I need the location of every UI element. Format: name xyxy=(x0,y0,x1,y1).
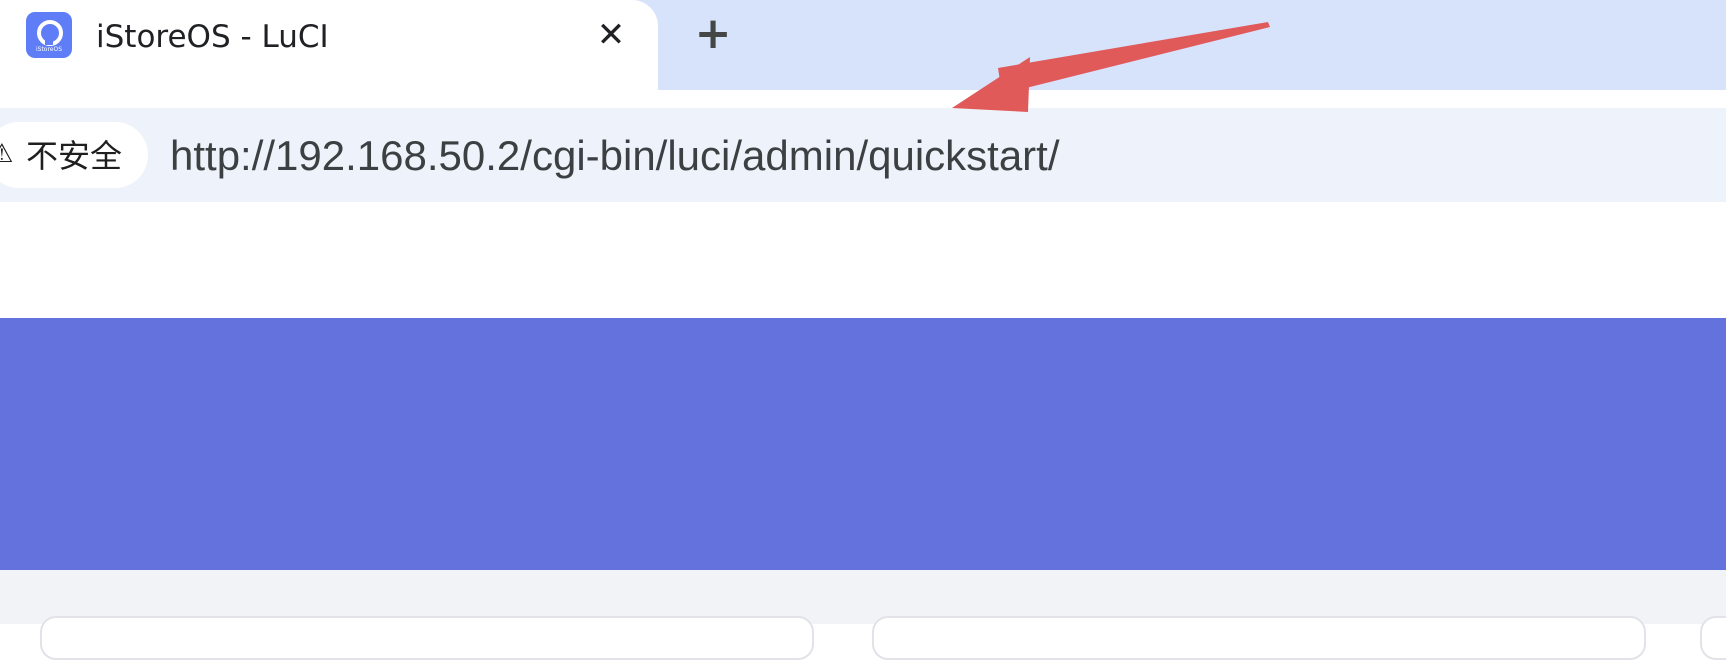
favicon-brand-text: iStoreOS xyxy=(35,46,63,53)
address-toolbar: ⚠ 不安全 http://192.168.50.2/cgi-bin/luci/a… xyxy=(0,108,1726,202)
new-tab-button[interactable]: + xyxy=(690,11,736,57)
content-card xyxy=(1700,616,1726,660)
close-icon[interactable]: ✕ xyxy=(590,12,632,58)
favicon-notch xyxy=(45,38,53,45)
content-card xyxy=(40,616,814,660)
security-label: 不安全 xyxy=(26,137,123,175)
tab-istoreos-luci[interactable]: iStoreOS iStoreOS - LuCI ✕ xyxy=(0,0,658,108)
istore-logo-icon: iStoreOS xyxy=(26,12,72,58)
tab-title: iStoreOS - LuCI xyxy=(96,19,329,55)
page-header-band xyxy=(0,318,1726,570)
warning-triangle-icon: ⚠ xyxy=(0,139,14,169)
content-card xyxy=(872,616,1646,660)
security-indicator[interactable]: ⚠ 不安全 xyxy=(0,122,148,188)
address-bar-url[interactable]: http://192.168.50.2/cgi-bin/luci/admin/q… xyxy=(170,132,1060,180)
